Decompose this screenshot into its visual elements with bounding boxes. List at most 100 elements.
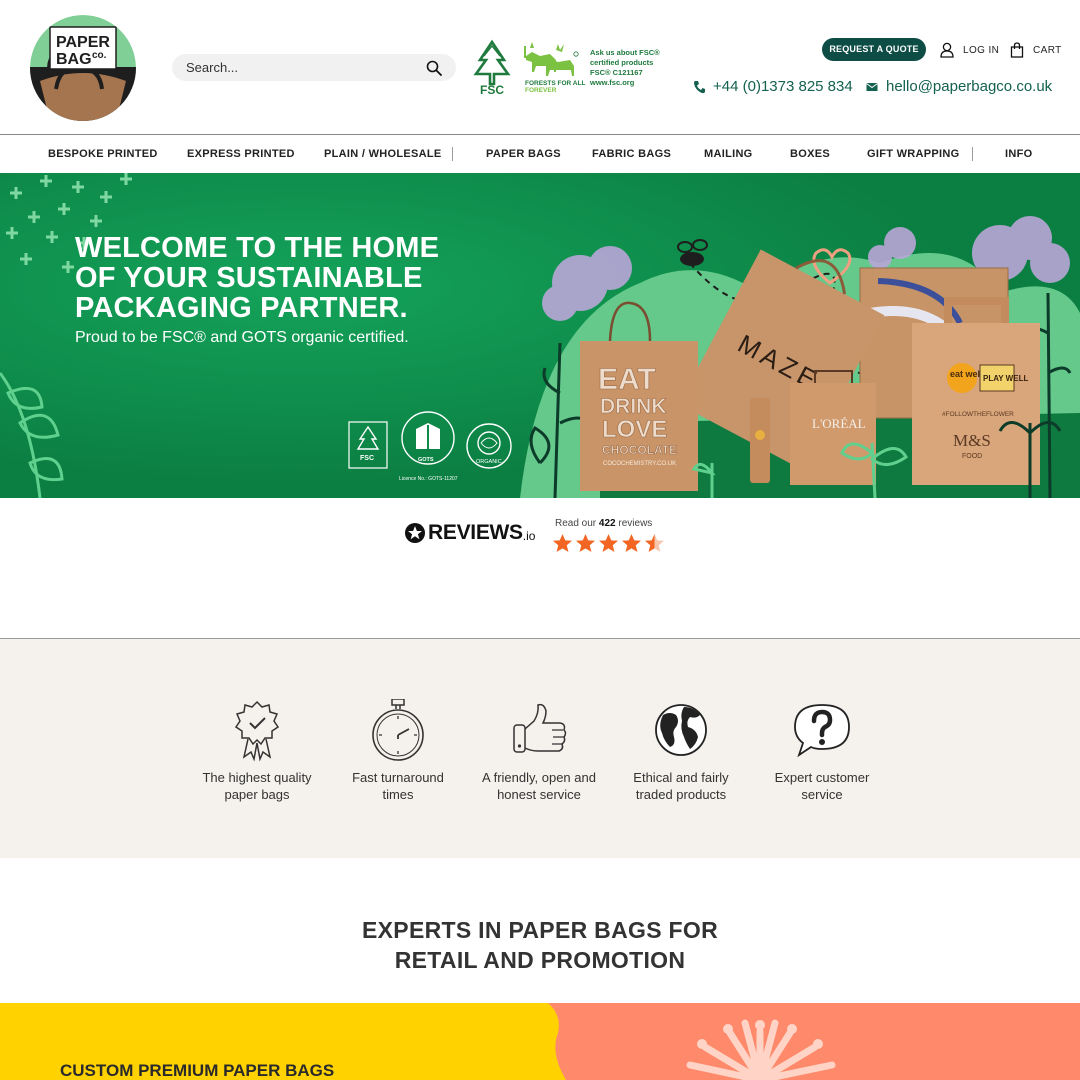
stopwatch-icon <box>372 699 424 761</box>
bag-hashtag-text: #FOLLOWTHEFLOWER <box>942 411 1014 418</box>
feature-label: service <box>801 787 843 802</box>
email-address: hello@paperbagco.co.uk <box>886 78 1053 95</box>
main-navigation: BESPOKE PRINTED EXPRESS PRINTED PLAIN / … <box>0 136 1080 173</box>
forest-animals-icon <box>524 42 574 76</box>
forests-for-all-line2: FOREVER <box>525 87 557 94</box>
nav-item-info[interactable]: INFO <box>1005 136 1032 173</box>
bag-eat-line: CHOCOLATE <box>602 443 677 457</box>
reviews-io-widget[interactable]: REVIEWS .io Read our 422 reviews <box>404 515 674 555</box>
feature-quality: The highest quality paper bags <box>187 699 327 803</box>
feature-ethical: Ethical and fairly traded products <box>611 699 751 803</box>
reviews-brand-text: REVIEWS <box>428 521 523 544</box>
cart-link[interactable]: CART <box>1010 41 1062 59</box>
phone-number: +44 (0)1373 825 834 <box>713 78 853 95</box>
bag-ms-text: M&S <box>953 431 991 450</box>
user-icon <box>940 42 954 58</box>
bag-eat-url: COCOCHEMISTRY.CO.UK <box>603 461 676 467</box>
custom-premium-bags-banner[interactable]: CUSTOM PREMIUM PAPER BAGS <box>0 1003 1080 1080</box>
experts-heading: EXPERTS IN PAPER BAGS FOR RETAIL AND PRO… <box>0 915 1080 975</box>
reviews-read-prefix: Read our <box>555 518 599 529</box>
feature-label: paper bags <box>224 787 290 802</box>
hero-heading-line: OF YOUR SUSTAINABLE <box>75 262 423 294</box>
request-a-quote-button[interactable]: REQUEST A QUOTE <box>822 38 926 61</box>
fsc-text-line: www.fsc.org <box>590 78 635 87</box>
bag-eatwell-text: eat well <box>950 369 983 379</box>
globe-icon <box>655 704 707 756</box>
fsc-text-block: Ask us about FSC® certified products FSC… <box>590 48 670 88</box>
nav-item-gift-wrapping[interactable]: GIFT WRAPPING <box>867 136 960 173</box>
fsc-text-line: FSC® C121167 <box>590 68 643 77</box>
nav-divider <box>972 147 973 161</box>
rosette-icon <box>234 700 280 762</box>
nav-item-express-printed[interactable]: EXPRESS PRINTED <box>187 136 295 173</box>
hero-banner[interactable]: MAZE EAT DRINK LOVE CHOCOLATE COCOCHEMIS… <box>0 173 1080 498</box>
star-icon <box>622 534 641 552</box>
site-header: PAPER BAG co. FSC FORESTS FOR ALL FOR <box>0 0 1080 135</box>
phone-icon <box>694 80 705 93</box>
nav-item-bespoke-printed[interactable]: BESPOKE PRINTED <box>48 136 158 173</box>
feature-friendly-service: A friendly, open and honest service <box>469 699 609 803</box>
feature-label: times <box>382 787 414 802</box>
nav-item-boxes[interactable]: BOXES <box>790 136 830 173</box>
cert-fsc-label: FSC <box>360 455 374 462</box>
reviews-io-logo: REVIEWS .io <box>404 521 535 545</box>
fsc-text-line: certified products <box>590 58 654 67</box>
fsc-text-line: Ask us about FSC® <box>590 48 660 57</box>
phone-link[interactable]: +44 (0)1373 825 834 <box>693 78 853 95</box>
hero-heading-line: PACKAGING PARTNER. <box>75 292 408 324</box>
feature-label: Ethical and fairly <box>633 770 729 785</box>
feature-expert-service: Expert customer service <box>752 699 892 803</box>
band-title: CUSTOM PREMIUM PAPER BAGS <box>60 1061 335 1080</box>
nav-divider <box>452 147 453 161</box>
hero-heading: WELCOME TO THE HOME OF YOUR SUSTAINABLE … <box>75 233 495 323</box>
hero-subheading: Proud to be FSC® and GOTS organic certif… <box>75 329 409 346</box>
question-bubble-icon <box>794 704 850 758</box>
log-in-link[interactable]: LOG IN <box>940 41 999 59</box>
reviews-star-badge-icon <box>405 523 425 543</box>
feature-label: honest service <box>497 787 581 802</box>
reviews-count-text[interactable]: Read our 422 reviews <box>555 518 652 529</box>
search-bar <box>172 54 456 81</box>
bag-playwell-text: PLAY WELL <box>983 374 1028 383</box>
star-icon <box>645 534 664 552</box>
shopping-bag-icon <box>1010 42 1024 58</box>
features-strip: The highest quality paper bags Fast turn… <box>0 639 1080 858</box>
forests-for-all-line1: FORESTS FOR ALL <box>525 80 585 87</box>
nav-item-fabric-bags[interactable]: FABRIC BAGS <box>592 136 671 173</box>
fsc-label: FSC <box>480 83 504 97</box>
bag-ms-food-text: FOOD <box>962 453 982 460</box>
cert-gots-licence: Licence No.: GOTS-11207 <box>399 476 458 482</box>
feature-label: traded products <box>635 787 727 802</box>
star-icon <box>553 534 572 552</box>
reviews-brand-suffix: .io <box>522 529 536 543</box>
bag-eat-line: LOVE <box>602 416 667 443</box>
bag-eat-line: DRINK <box>600 395 667 418</box>
star-icon <box>576 534 595 552</box>
bag-loreal-text: L'ORÉAL <box>812 416 866 431</box>
cart-label: CART <box>1033 44 1062 56</box>
bag-eat-line: EAT <box>598 363 656 396</box>
search-icon[interactable] <box>426 60 442 76</box>
fsc-certification-badge[interactable]: FSC FORESTS FOR ALL FOREVER Ask us about… <box>470 38 670 98</box>
email-link[interactable]: hello@paperbagco.co.uk <box>866 78 1052 95</box>
thumbs-up-icon <box>513 703 567 753</box>
experts-heading-line: RETAIL AND PROMOTION <box>394 947 686 973</box>
log-in-label: LOG IN <box>963 44 1000 56</box>
experts-heading-line: EXPERTS IN PAPER BAGS FOR <box>362 917 718 943</box>
star-rating <box>552 533 665 553</box>
nav-item-mailing[interactable]: MAILING <box>704 136 753 173</box>
fsc-tree-logo-icon: FSC FORESTS FOR ALL FOREVER <box>473 39 585 97</box>
logo-text-bag: BAG <box>56 51 92 68</box>
cert-soil-label: ORGANIC <box>476 459 502 465</box>
nav-item-plain-wholesale[interactable]: PLAIN / WHOLESALE <box>324 136 442 173</box>
cert-gots-label: GOTS <box>418 457 434 463</box>
reviews-read-suffix: reviews <box>615 518 653 529</box>
feature-label: Expert customer <box>774 770 870 785</box>
star-icon <box>599 534 618 552</box>
paper-bag-co-logo[interactable]: PAPER BAG co. <box>30 15 136 121</box>
envelope-icon <box>866 82 878 91</box>
hero-heading-line: WELCOME TO THE HOME <box>75 232 440 264</box>
logo-text-paper: PAPER <box>56 34 110 51</box>
nav-item-paper-bags[interactable]: PAPER BAGS <box>486 136 561 173</box>
search-input[interactable] <box>186 57 416 78</box>
